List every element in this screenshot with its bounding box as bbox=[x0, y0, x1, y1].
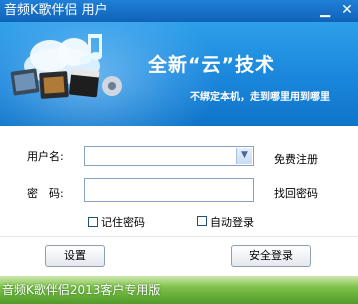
username-combobox[interactable]: ▼ bbox=[84, 146, 254, 166]
password-field[interactable] bbox=[84, 178, 254, 202]
edition-label: 音频K歌伴侣2013客户专用版 bbox=[2, 283, 161, 297]
minimize-button[interactable]: ▁ bbox=[316, 2, 334, 19]
window-title: 音频K歌伴侣 用户 bbox=[4, 3, 108, 18]
film-icon bbox=[39, 71, 69, 99]
username-input[interactable] bbox=[87, 148, 232, 164]
banner-slogan: 全新“云”技术 bbox=[148, 54, 275, 76]
auto-login-label[interactable]: 自动登录 bbox=[210, 214, 254, 230]
remember-password-checkbox[interactable] bbox=[88, 217, 98, 227]
button-bar: 设置 安全登录 bbox=[0, 236, 358, 277]
clapperboard-icon bbox=[69, 68, 100, 98]
secure-login-button[interactable]: 安全登录 bbox=[231, 245, 311, 267]
login-form: 用户名: ▼ 免费注册 密 码: 找回密码 记住密码 自动登录 bbox=[0, 126, 358, 236]
chevron-down-icon: ▼ bbox=[241, 150, 248, 160]
auto-login-checkbox[interactable] bbox=[197, 216, 207, 226]
cloud-media-illustration bbox=[10, 34, 122, 99]
title-bar[interactable]: 音频K歌伴侣 用户 ▁ ✕ bbox=[0, 0, 358, 22]
settings-button[interactable]: 设置 bbox=[45, 245, 105, 267]
forgot-password-link[interactable]: 找回密码 bbox=[274, 185, 318, 201]
password-label: 密 码: bbox=[27, 187, 64, 200]
login-window: 音频K歌伴侣 用户 ▁ ✕ 全新“云”技术 不绑定本机，走到哪里用到哪里 用户名… bbox=[0, 0, 358, 304]
gear-icon bbox=[102, 76, 122, 96]
close-button[interactable]: ✕ bbox=[338, 2, 356, 19]
password-input[interactable] bbox=[87, 182, 247, 198]
register-link[interactable]: 免费注册 bbox=[274, 151, 318, 167]
folder-icon bbox=[10, 68, 40, 96]
remember-password-label[interactable]: 记住密码 bbox=[101, 214, 145, 230]
banner-subtitle: 不绑定本机，走到哪里用到哪里 bbox=[190, 92, 330, 103]
footer-strip: 音频K歌伴侣2013客户专用版 bbox=[0, 276, 358, 304]
username-label: 用户名: bbox=[27, 150, 64, 163]
username-dropdown-button[interactable]: ▼ bbox=[236, 148, 252, 164]
promo-banner: 全新“云”技术 不绑定本机，走到哪里用到哪里 bbox=[0, 22, 358, 126]
